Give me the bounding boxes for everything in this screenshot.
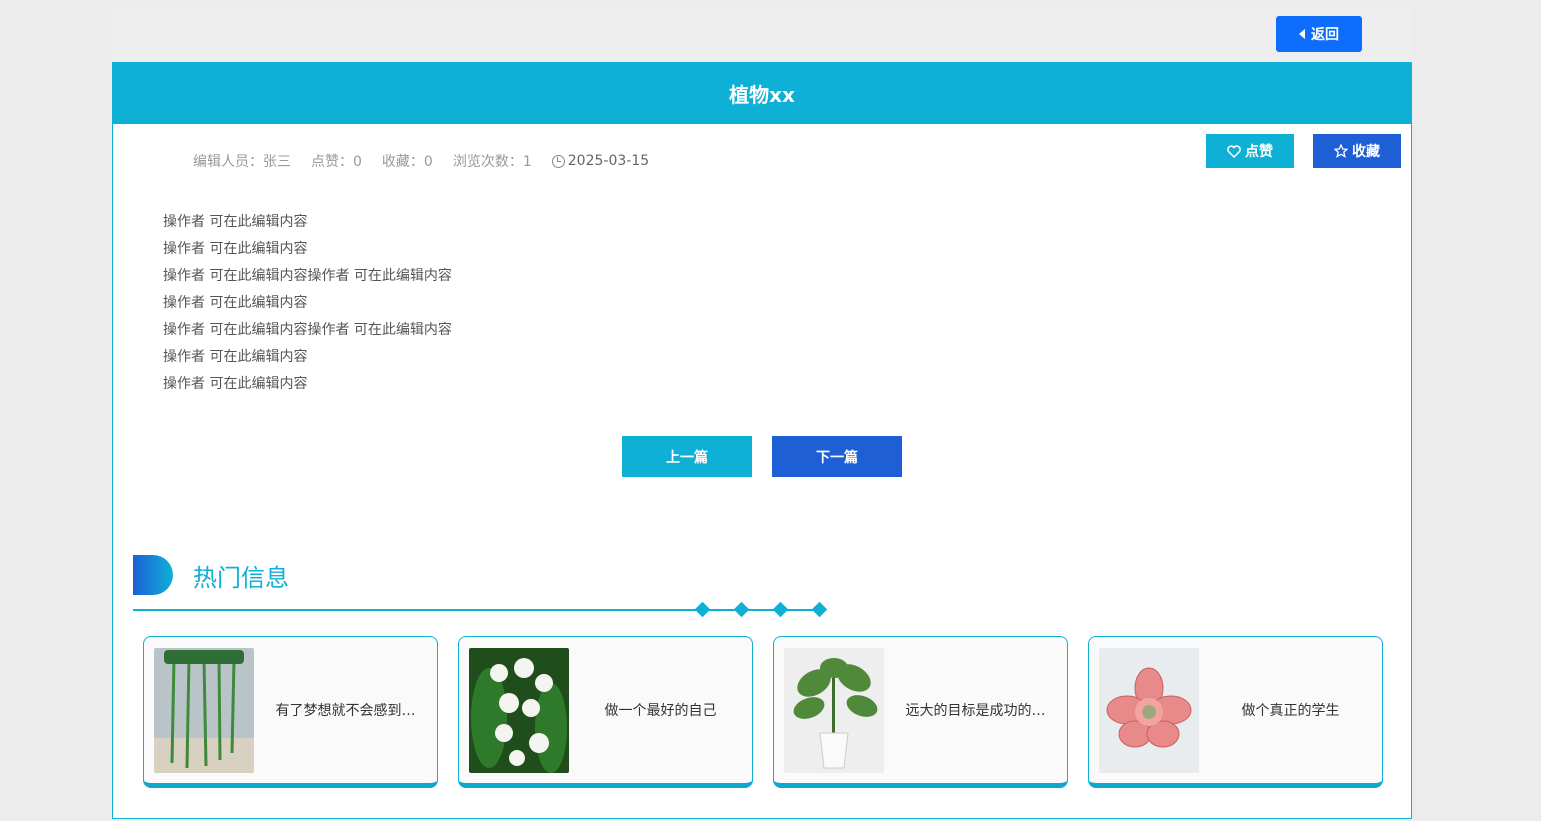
back-button[interactable]: 返回 [1276,16,1362,52]
content-line: 操作者 可在此编辑内容 [163,349,308,365]
like-label: 点赞 [1245,144,1273,160]
hot-section-header: 热门信息 [133,555,289,595]
hot-card[interactable]: 有了梦想就不会感到… [143,636,438,788]
content-line: 操作者 可在此编辑内容操作者 可在此编辑内容 [163,322,452,338]
succulent-image [1099,647,1199,773]
favorite-button[interactable]: 收藏 [1313,134,1401,168]
clock-icon [551,154,565,168]
favorite-label: 收藏 [1352,144,1380,160]
potted-plant-image [784,647,884,773]
back-label: 返回 [1311,27,1339,43]
lily-of-valley-image [469,647,569,773]
prev-article-button[interactable]: 上一篇 [622,436,752,477]
date-text: 2025-03-15 [567,153,650,169]
section-marker-icon [133,555,173,595]
editor-info: 编辑人员：张三 [193,154,291,170]
favorite-count: 收藏：0 [381,154,433,170]
hot-card-title: 做个真正的学生 [1241,703,1340,719]
like-button[interactable]: 点赞 [1206,134,1294,168]
caret-left-icon [1299,29,1305,39]
hot-list: 有了梦想就不会感到… 做一个最好的自己 远大的目标是成功的… 做个真正的学生 [143,636,1383,788]
like-count: 点赞：0 [311,154,362,170]
hot-section-title: 热门信息 [193,563,289,592]
heart-icon [1227,144,1241,158]
hot-card[interactable]: 做个真正的学生 [1088,636,1383,788]
next-article-button[interactable]: 下一篇 [772,436,902,477]
content-line: 操作者 可在此编辑内容 [163,376,308,392]
hot-card-title: 有了梦想就不会感到… [275,703,416,719]
hot-card-title: 做一个最好的自己 [604,703,717,719]
star-icon [1334,144,1348,158]
content-line: 操作者 可在此编辑内容 [163,214,308,230]
hot-card[interactable]: 远大的目标是成功的… [773,636,1068,788]
article-title: 植物xx [113,63,1411,124]
hot-card-title: 远大的目标是成功的… [905,703,1046,719]
hot-card[interactable]: 做一个最好的自己 [458,636,753,788]
publish-date: 2025-03-15 [551,153,650,169]
section-divider [133,609,703,611]
hanging-plant-image [154,647,254,773]
article-content: 操作者 可在此编辑内容 操作者 可在此编辑内容 操作者 可在此编辑内容操作者 可… [163,209,452,398]
top-bar [112,6,1410,62]
section-divider-tail [703,609,823,611]
view-count: 浏览次数：1 [452,154,532,170]
content-line: 操作者 可在此编辑内容 [163,241,308,257]
content-line: 操作者 可在此编辑内容操作者 可在此编辑内容 [163,268,452,284]
article-meta: 编辑人员：张三 点赞：0 收藏：0 浏览次数：1 2025-03-15 [193,151,649,171]
content-line: 操作者 可在此编辑内容 [163,295,308,311]
article-panel: 植物xx 编辑人员：张三 点赞：0 收藏：0 浏览次数：1 2025-03-15… [112,62,1412,819]
